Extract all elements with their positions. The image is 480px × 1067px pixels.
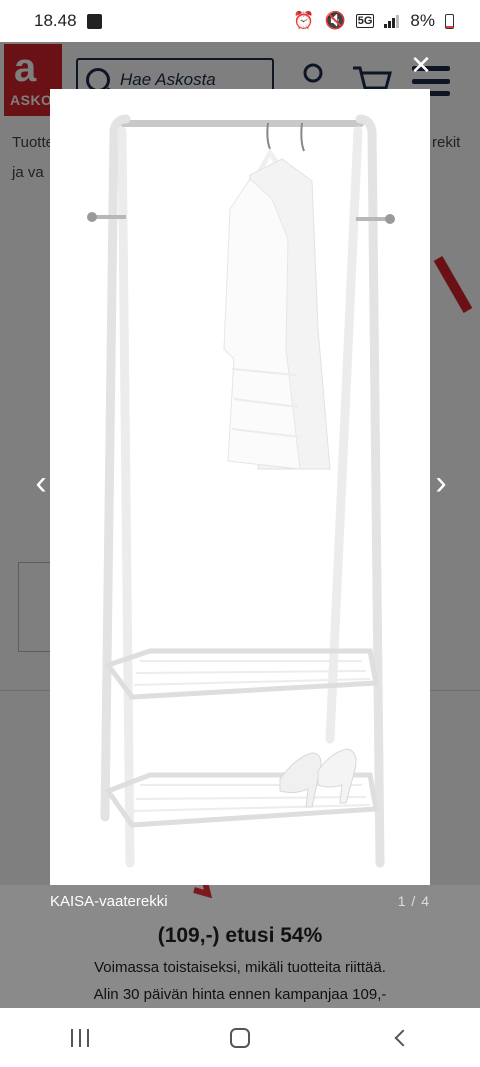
- recents-button[interactable]: [50, 1018, 110, 1058]
- product-image: [50, 89, 430, 885]
- next-image-button[interactable]: ›: [428, 466, 454, 500]
- home-button[interactable]: [210, 1018, 270, 1058]
- gallery-icon: [86, 13, 102, 29]
- signal-icon: [384, 14, 400, 28]
- close-icon[interactable]: ✕: [408, 52, 434, 78]
- home-icon: [230, 1027, 250, 1048]
- lowest-price-note: Alin 30 päivän hinta ennen kampanjaa 109…: [93, 986, 387, 1003]
- status-time: 18.48: [34, 11, 77, 30]
- image-counter: 1 / 4: [397, 893, 430, 909]
- product-name: KAISA-vaaterekki: [50, 893, 168, 910]
- back-button[interactable]: [370, 1018, 430, 1058]
- validity-note: Voimassa toistaiseksi, mikäli tuotteita …: [94, 959, 386, 976]
- alarm-icon: ⏰: [293, 11, 315, 30]
- previous-image-button[interactable]: ‹: [28, 466, 54, 500]
- status-bar: 18.48 ⏰ 🔇 5G 8%: [0, 0, 480, 42]
- network-type: 5G: [355, 14, 375, 28]
- price-line: (109,-) etusi 54%: [157, 924, 323, 947]
- battery-percent: 8%: [410, 11, 435, 30]
- clothes-rack-illustration: [87, 114, 395, 868]
- mute-icon: 🔇: [324, 11, 346, 30]
- battery-icon: [445, 13, 454, 29]
- system-nav-bar: [0, 1008, 480, 1067]
- back-icon: [394, 1029, 412, 1046]
